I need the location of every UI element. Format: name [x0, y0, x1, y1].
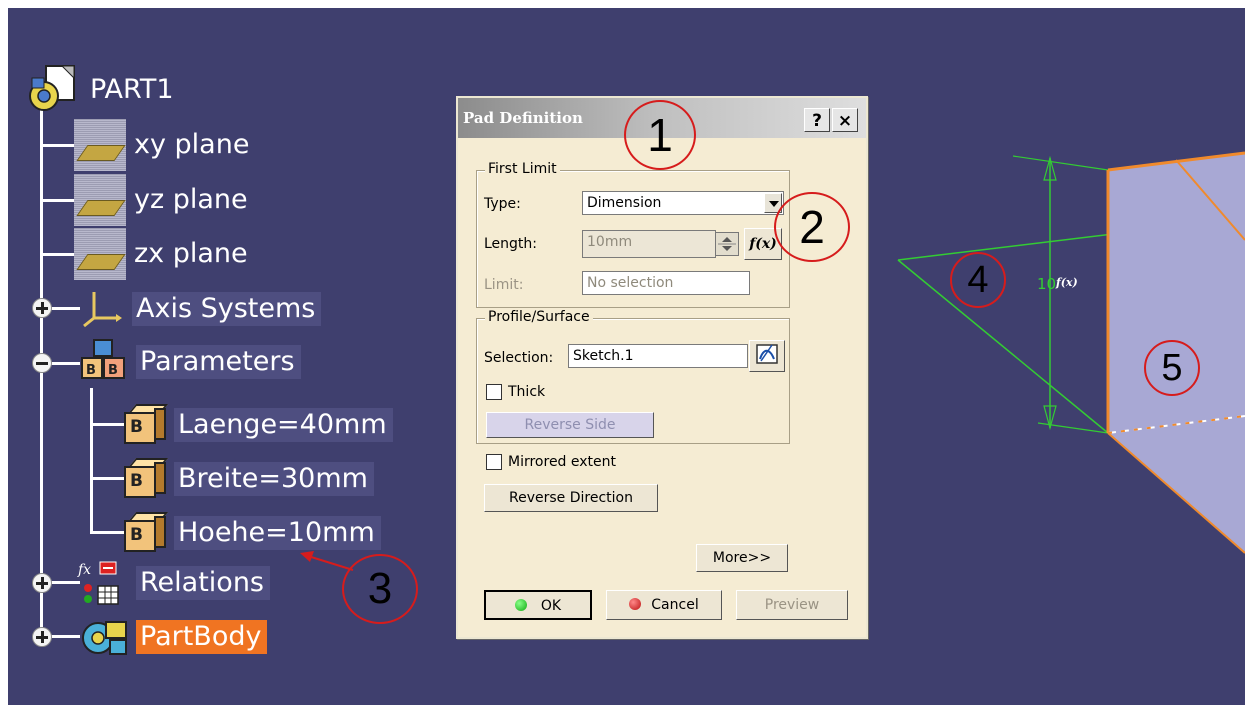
mirrored-extent-label: Mirrored extent [508, 454, 617, 470]
sketch-icon [756, 344, 778, 364]
limit-field[interactable]: No selection [582, 271, 750, 295]
sketcher-button[interactable] [749, 340, 785, 372]
type-dropdown[interactable]: Dimension [582, 191, 784, 215]
close-button[interactable]: × [832, 108, 858, 132]
first-limit-label: First Limit [485, 161, 560, 177]
annotation-4: 4 [950, 252, 1006, 308]
annotation-5: 5 [1144, 340, 1200, 396]
cancel-label: Cancel [651, 597, 699, 613]
length-value: 10mm [587, 234, 633, 250]
annotation-2: 2 [774, 192, 850, 262]
reverse-direction-button[interactable]: Reverse Direction [484, 484, 658, 512]
spinner-arrows-icon [718, 237, 736, 251]
selection-field[interactable]: Sketch.1 [568, 344, 748, 368]
length-label: Length: [484, 236, 538, 252]
length-field[interactable]: 10mm [582, 230, 716, 258]
ok-green-icon [514, 599, 527, 611]
formula-label: f(x) [749, 236, 777, 252]
selection-value: Sketch.1 [573, 348, 634, 364]
limit-label: Limit: [484, 277, 524, 293]
3d-viewport[interactable]: PART1 xy plane yz plane zx plane Axis Sy… [8, 8, 1245, 705]
formula-marker: f(x) [1056, 276, 1078, 289]
ok-button[interactable]: OK [484, 590, 592, 620]
type-label: Type: [484, 196, 521, 212]
annotation-1: 1 [624, 100, 696, 170]
pad-definition-dialog: Pad Definition ? × First Limit Type: Dim… [456, 96, 868, 639]
limit-value: No selection [587, 275, 674, 291]
type-dropdown-value: Dimension [587, 195, 662, 211]
thick-label: Thick [508, 384, 546, 400]
profile-surface-label: Profile/Surface [485, 309, 593, 325]
preview-button[interactable]: Preview [736, 590, 848, 620]
cancel-red-icon [629, 598, 642, 610]
reverse-side-button[interactable]: Reverse Side [486, 412, 654, 438]
ok-label: OK [540, 598, 562, 614]
dialog-title: Pad Definition [463, 109, 583, 127]
dimension-value[interactable]: 10 [1037, 275, 1056, 293]
extension-line [1012, 155, 1109, 171]
thick-checkbox[interactable] [486, 384, 502, 400]
more-button[interactable]: More>> [696, 544, 788, 572]
selection-label: Selection: [484, 350, 554, 366]
mirrored-extent-checkbox[interactable] [486, 454, 502, 470]
annotation-3: 3 [342, 554, 418, 624]
help-button[interactable]: ? [804, 108, 830, 132]
cancel-button[interactable]: Cancel [606, 590, 722, 620]
length-spinner[interactable] [715, 232, 739, 256]
